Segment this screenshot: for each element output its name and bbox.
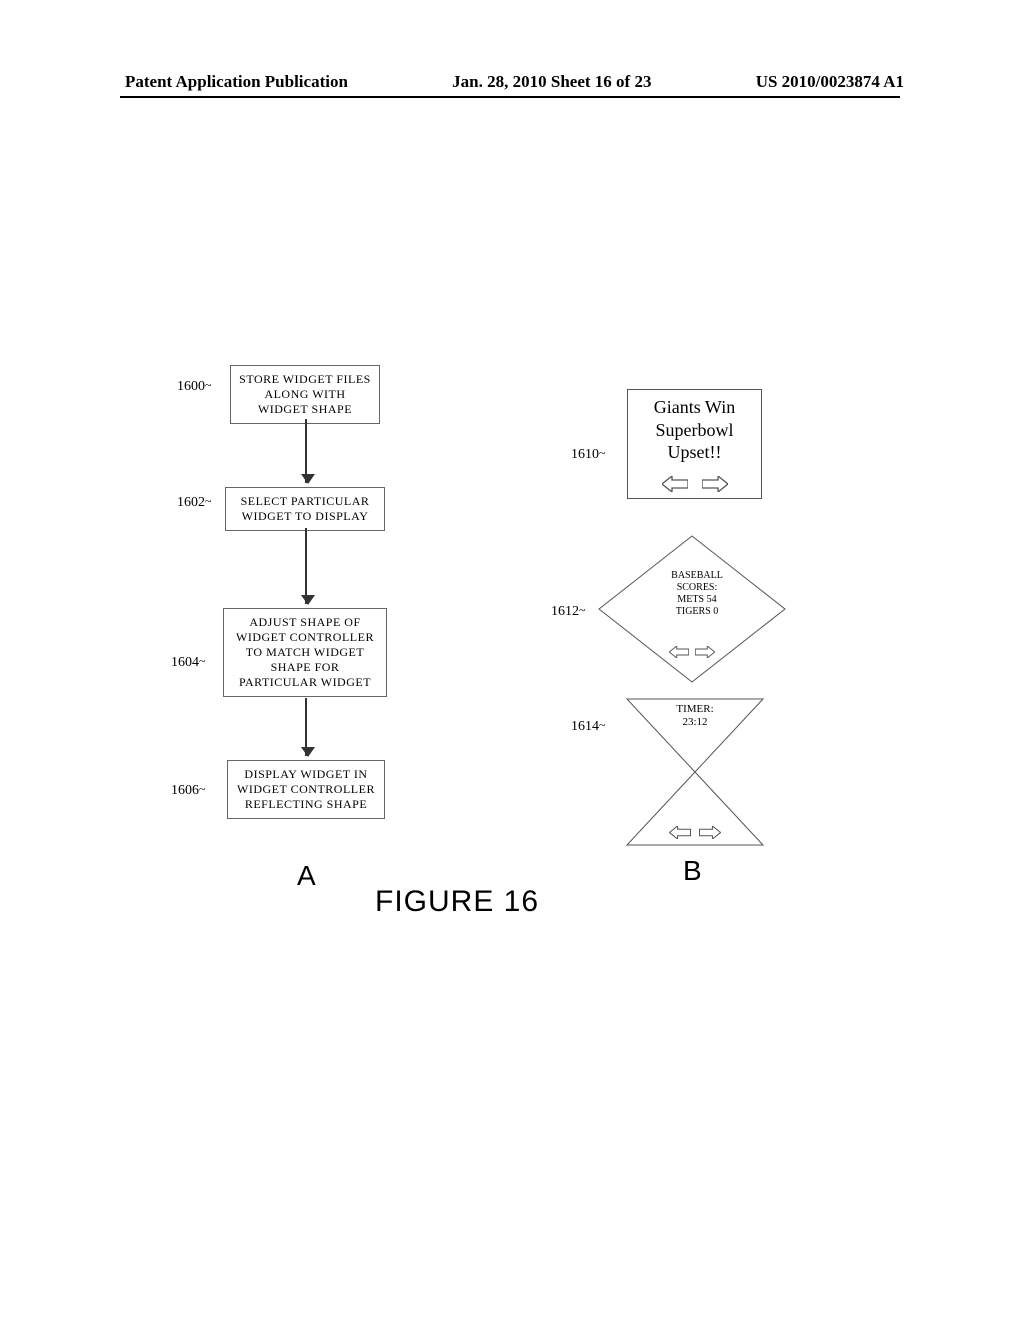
flowchart-box-1600: STORE WIDGET FILES ALONG WITH WIDGET SHA… — [230, 365, 380, 424]
widget-1612-nav — [597, 646, 787, 658]
flowchart-arrow-3 — [305, 698, 307, 756]
figure-16: 1600~ STORE WIDGET FILES ALONG WITH WIDG… — [175, 365, 835, 1035]
header-left: Patent Application Publication — [125, 72, 348, 92]
ref-1610: 1610~ — [571, 447, 606, 463]
ref-1602: 1602~ — [177, 495, 212, 511]
header-right: US 2010/0023874 A1 — [756, 72, 904, 92]
flowchart-box-1606: DISPLAY WIDGET IN WIDGET CONTROLLER REFL… — [227, 760, 385, 819]
widget-1610-nav — [628, 476, 761, 492]
widget-1612-line2: SCORES: — [649, 582, 745, 594]
widget-1612-line4: TIGERS 0 — [649, 606, 745, 618]
ref-1600: 1600~ — [177, 379, 212, 395]
column-b-label: B — [683, 855, 702, 887]
widget-1614-content: TIMER: 23:12 — [625, 703, 765, 729]
header-center: Jan. 28, 2010 Sheet 16 of 23 — [452, 72, 651, 92]
arrow-left-icon — [662, 476, 688, 492]
page-header: Patent Application Publication Jan. 28, … — [0, 72, 1024, 92]
widget-1612-line1: BASEBALL — [649, 570, 745, 582]
widget-1612-line3: METS 54 — [649, 594, 745, 606]
ref-1606: 1606~ — [171, 783, 206, 799]
column-a-label: A — [297, 860, 316, 892]
flowchart-box-1604: ADJUST SHAPE OF WIDGET CONTROLLER TO MAT… — [223, 608, 387, 697]
arrow-right-icon — [695, 646, 715, 658]
ref-1612: 1612~ — [551, 604, 586, 620]
arrow-right-icon — [702, 476, 728, 492]
widget-hourglass-1614: TIMER: 23:12 — [625, 697, 765, 847]
flowchart-arrow-2 — [305, 528, 307, 604]
arrow-left-icon — [669, 826, 691, 839]
widget-1614-line1: TIMER: — [625, 703, 765, 716]
arrow-right-icon — [699, 826, 721, 839]
flowchart-box-1602: SELECT PARTICULAR WIDGET TO DISPLAY — [225, 487, 385, 531]
header-rule — [120, 96, 900, 98]
widget-1610-line2: Superbowl — [628, 419, 761, 442]
widget-1612-content: BASEBALL SCORES: METS 54 TIGERS 0 — [649, 570, 745, 618]
widget-1614-line2: 23:12 — [625, 716, 765, 729]
figure-label: FIGURE 16 — [375, 885, 539, 919]
ref-1614: 1614~ — [571, 719, 606, 735]
widget-1610-line1: Giants Win — [628, 396, 761, 419]
widget-1614-nav — [625, 826, 765, 839]
flowchart-arrow-1 — [305, 419, 307, 483]
widget-rectangle-1610: Giants Win Superbowl Upset!! — [627, 389, 762, 499]
widget-diamond-1612: BASEBALL SCORES: METS 54 TIGERS 0 — [597, 534, 787, 684]
widget-1610-line3: Upset!! — [628, 441, 761, 464]
ref-1604: 1604~ — [171, 655, 206, 671]
arrow-left-icon — [669, 646, 689, 658]
